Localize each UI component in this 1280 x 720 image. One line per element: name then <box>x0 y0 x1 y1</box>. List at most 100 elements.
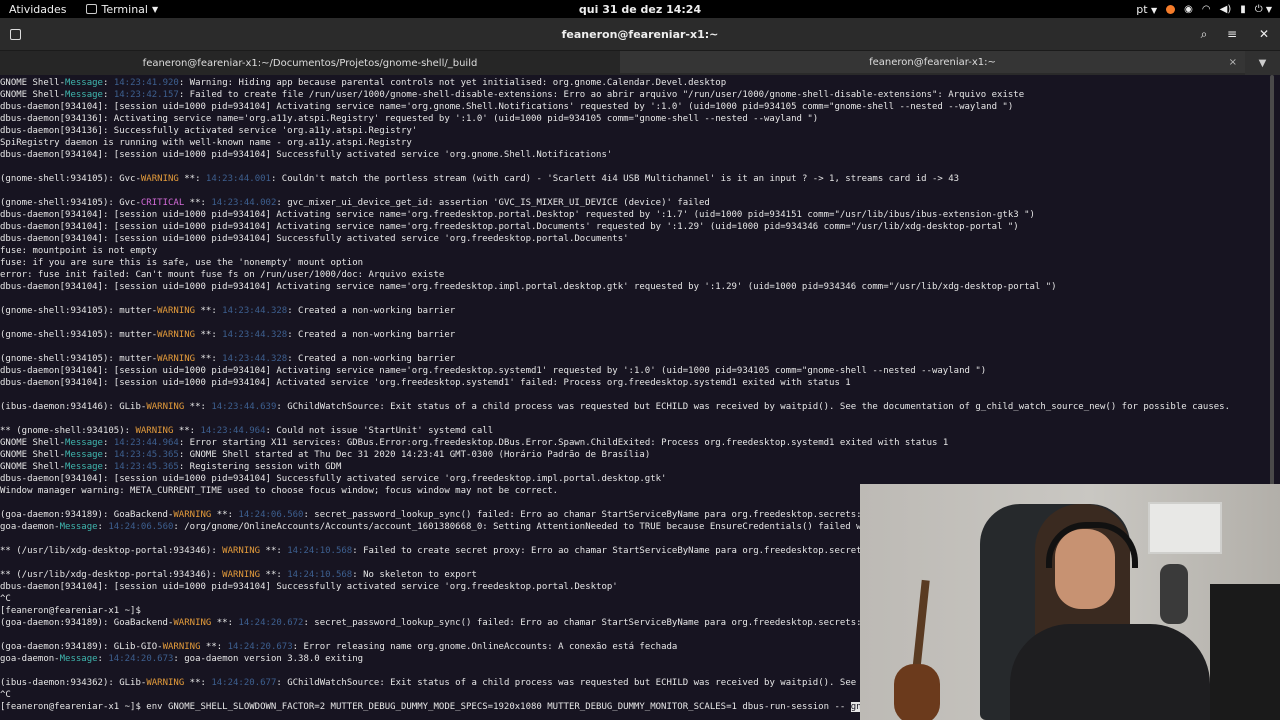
terminal-text: GNOME Shell- <box>0 462 66 472</box>
battery-icon: ▮ <box>1240 3 1246 15</box>
terminal-text: 14:23:44.964 <box>200 426 266 436</box>
terminal-text: GNOME Shell- <box>0 450 66 460</box>
terminal-text: : goa-daemon version 3.38.0 exiting <box>173 654 364 664</box>
terminal-text: : gvc_mixer_ui_device_get_id: assertion … <box>276 198 710 208</box>
terminal-text: Message <box>65 438 103 448</box>
terminal-line: dbus-daemon[934136]: Successfully activa… <box>0 125 1245 137</box>
terminal-line: fuse: if you are sure this is safe, use … <box>0 257 1245 269</box>
terminal-text: WARNING <box>222 570 261 580</box>
terminal-text: dbus-daemon[934104]: [session uid=1000 p… <box>0 210 1035 220</box>
terminal-text: : <box>102 462 114 472</box>
close-icon: ✕ <box>1258 27 1270 41</box>
terminal-text: 14:24:20.672 <box>238 618 304 628</box>
monitor <box>1210 584 1280 720</box>
terminal-text: : Error releasing name org.gnome.OnlineA… <box>292 642 678 652</box>
terminal-text: Message <box>65 450 103 460</box>
menu-button[interactable]: ≡ <box>1222 24 1242 44</box>
terminal-text: : GNOME Shell started at Thu Dec 31 2020… <box>178 450 651 460</box>
tab-home[interactable]: feaneron@feareniar-x1:~ × <box>620 51 1245 75</box>
terminal-text: 14:24:06.560 <box>238 510 304 520</box>
terminal-text: : Warning: Hiding app because parental c… <box>178 78 727 88</box>
terminal-text: dbus-daemon[934136]: Successfully activa… <box>0 126 418 136</box>
window-title: feaneron@feareniar-x1:~ <box>561 27 719 41</box>
terminal-line: (gnome-shell:934105): Gvc-WARNING **: 14… <box>0 173 1245 185</box>
terminal-text: : GChildWatchSource: Exit status of a ch… <box>276 678 873 688</box>
terminal-text: : Failed to create secret proxy: Erro ao… <box>352 546 873 556</box>
terminal-line: GNOME Shell-Message: 14:23:45.365: Regis… <box>0 461 1245 473</box>
terminal-text: 14:24:20.673 <box>227 642 293 652</box>
terminal-text: Window manager warning: META_CURRENT_TIM… <box>0 486 559 496</box>
network-icon: ◉ <box>1184 3 1193 15</box>
terminal-text: CRITICAL <box>140 198 185 208</box>
terminal-line: (ibus-daemon:934146): GLib-WARNING **: 1… <box>0 401 1245 413</box>
terminal-text: **: <box>211 510 239 520</box>
chevron-down-icon: ▼ <box>1258 57 1267 69</box>
terminal-text: GNOME Shell- <box>0 438 66 448</box>
tab-bar: feaneron@feareniar-x1:~/Documentos/Proje… <box>0 51 1280 75</box>
terminal-line: GNOME Shell-Message: 14:23:42.157: Faile… <box>0 89 1245 101</box>
terminal-text: : <box>102 450 114 460</box>
tab-build[interactable]: feaneron@feareniar-x1:~/Documentos/Proje… <box>0 51 620 75</box>
terminal-text: dbus-daemon[934104]: [session uid=1000 p… <box>0 582 618 592</box>
close-window-button[interactable]: ✕ <box>1254 24 1274 44</box>
terminal-text: : Created a non-working barrier <box>287 330 456 340</box>
terminal-text: fuse: if you are sure this is safe, use … <box>0 258 364 268</box>
system-tray[interactable]: pt ▼ ◉ ◠ ◀) ▮ ⏻ ▼ <box>1136 0 1272 18</box>
clock[interactable]: qui 31 de dez 14:24 <box>0 3 1280 16</box>
terminal-text: error: fuse init failed: Can't mount fus… <box>0 270 445 280</box>
terminal-text: WARNING <box>173 510 212 520</box>
terminal-text: : Couldn't match the portless stream (wi… <box>270 174 960 184</box>
terminal-text: : secret_password_lookup_sync() failed: … <box>303 618 873 628</box>
search-button[interactable]: ⌕ <box>1194 24 1214 44</box>
terminal-text: WARNING <box>140 174 179 184</box>
terminal-text: 14:23:44.002 <box>211 198 277 208</box>
terminal-text: [feaneron@feareniar-x1 ~]$ <box>0 606 141 616</box>
terminal-text: **: <box>195 330 223 340</box>
terminal-text: (gnome-shell:934105): mutter- <box>0 306 158 316</box>
terminal-text: goa-daemon- <box>0 654 60 664</box>
terminal-text: ** (gnome-shell:934105): <box>0 426 136 436</box>
terminal-text: 14:23:44.001 <box>205 174 271 184</box>
terminal-text: **: <box>195 354 223 364</box>
terminal-text: : secret_password_lookup_sync() failed: … <box>303 510 873 520</box>
terminal-text: (ibus-daemon:934146): GLib- <box>0 402 147 412</box>
terminal-text: WARNING <box>162 642 201 652</box>
terminal-line: GNOME Shell-Message: 14:23:45.365: GNOME… <box>0 449 1245 461</box>
terminal-line: dbus-daemon[934104]: [session uid=1000 p… <box>0 209 1245 221</box>
terminal-text: 14:23:44.328 <box>222 306 288 316</box>
terminal-text: fuse: mountpoint is not empty <box>0 246 158 256</box>
terminal-text: (goa-daemon:934189): GoaBackend- <box>0 510 174 520</box>
terminal-text: GNOME Shell- <box>0 90 66 100</box>
terminal-text: ** (/usr/lib/xdg-desktop-portal:934346): <box>0 570 223 580</box>
tab-list-button[interactable]: ▼ <box>1245 51 1280 75</box>
terminal-text: (ibus-daemon:934362): GLib- <box>0 678 147 688</box>
terminal-line: SpiRegistry daemon is running with well-… <box>0 137 1245 149</box>
terminal-text: 14:23:41.920 <box>113 78 179 88</box>
terminal-text: **: <box>260 546 288 556</box>
terminal-text: dbus-daemon[934104]: [session uid=1000 p… <box>0 150 613 160</box>
terminal-text: **: <box>260 570 288 580</box>
tab-close-button[interactable]: × <box>1229 57 1237 68</box>
terminal-text: **: <box>200 642 228 652</box>
terminal-text: : <box>97 654 109 664</box>
terminal-text: 14:23:45.365 <box>113 450 179 460</box>
terminal-text: : <box>102 438 114 448</box>
terminal-line: dbus-daemon[934136]: Activating service … <box>0 113 1245 125</box>
terminal-line: dbus-daemon[934104]: [session uid=1000 p… <box>0 101 1245 113</box>
terminal-line: dbus-daemon[934104]: [session uid=1000 p… <box>0 233 1245 245</box>
terminal-text: **: <box>184 402 212 412</box>
terminal-text: dbus-daemon[934104]: [session uid=1000 p… <box>0 222 1019 232</box>
language-indicator[interactable]: pt ▼ <box>1136 3 1157 16</box>
terminal-text: 14:23:44.328 <box>222 354 288 364</box>
terminal-line: error: fuse init failed: Can't mount fus… <box>0 269 1245 281</box>
terminal-text: : Could not issue 'StartUnit' systemd ca… <box>265 426 494 436</box>
terminal-text: : <box>102 90 114 100</box>
terminal-text: WARNING <box>222 546 261 556</box>
terminal-text: dbus-daemon[934104]: [session uid=1000 p… <box>0 378 851 388</box>
